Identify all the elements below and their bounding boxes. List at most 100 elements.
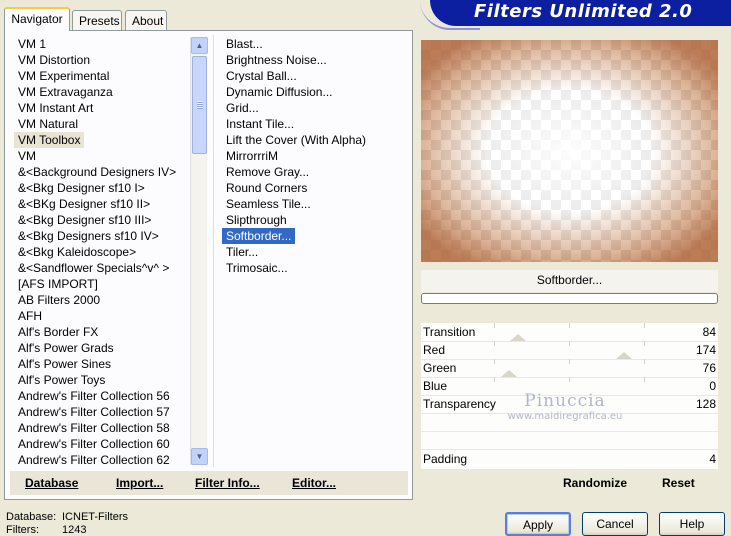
filter-item[interactable]: Tiler... [222, 244, 408, 260]
scroll-down-button[interactable]: ▼ [191, 448, 208, 465]
filter-item[interactable]: Slipthrough [222, 212, 408, 228]
param-value: 76 [702, 361, 716, 375]
param-value: 84 [702, 325, 716, 339]
filter-item[interactable]: Trimosaic... [222, 260, 408, 276]
apply-button[interactable]: Apply [505, 512, 571, 536]
category-item[interactable]: &<BKg Designer sf10 II> [14, 196, 190, 212]
watermark: Pinuccia www.maidiregrafica.eu [500, 391, 630, 422]
filter-item-label: MirrorrriM [226, 149, 278, 163]
category-item-label: VM Distortion [18, 53, 91, 67]
category-item[interactable]: VM [14, 148, 190, 164]
category-item-label: &<BKg Designer sf10 II> [18, 197, 151, 211]
category-item[interactable]: &<Sandflower Specials^v^ > [14, 260, 190, 276]
database-button[interactable]: Database [25, 476, 78, 490]
filter-item-label: Remove Gray... [226, 165, 310, 179]
help-button[interactable]: Help [659, 512, 725, 536]
filter-item[interactable]: Dynamic Diffusion... [222, 84, 408, 100]
category-item[interactable]: Alf's Power Grads [14, 340, 190, 356]
category-item[interactable]: VM Distortion [14, 52, 190, 68]
category-item[interactable]: VM Experimental [14, 68, 190, 84]
category-item[interactable]: Andrew's Filter Collection 62 [14, 452, 190, 468]
tab-about[interactable]: About [125, 10, 167, 30]
slider-red[interactable] [494, 341, 694, 359]
slider-tick [644, 341, 645, 346]
category-item[interactable]: &<Background Designers IV> [14, 164, 190, 180]
tab-presets[interactable]: Presets [72, 10, 122, 30]
param-row-red[interactable]: Red 174 [421, 341, 718, 359]
scroll-up-button[interactable]: ▲ [191, 37, 208, 54]
import-button[interactable]: Import... [116, 476, 163, 490]
category-item[interactable]: VM Extravaganza [14, 84, 190, 100]
category-item[interactable]: Andrew's Filter Collection 56 [14, 388, 190, 404]
status-database-value: ICNET-Filters [62, 511, 128, 523]
filter-info-button[interactable]: Filter Info... [195, 476, 260, 490]
slider-thumb-icon[interactable] [616, 352, 632, 359]
category-item[interactable]: VM 1 [14, 36, 190, 52]
category-item[interactable]: AB Filters 2000 [14, 292, 190, 308]
category-item[interactable]: Alf's Border FX [14, 324, 190, 340]
slider-tick [644, 323, 645, 328]
category-item[interactable]: VM Natural [14, 116, 190, 132]
filter-item-label: Softborder... [222, 228, 296, 244]
param-value: 0 [709, 379, 716, 393]
filter-item-label: Blast... [226, 37, 263, 51]
category-item[interactable]: &<Bkg Designers sf10 IV> [14, 228, 190, 244]
filter-item[interactable]: Seamless Tile... [222, 196, 408, 212]
category-item[interactable]: VM Instant Art [14, 100, 190, 116]
editor-button[interactable]: Editor... [292, 476, 336, 490]
filter-item-label: Brightness Noise... [226, 53, 327, 67]
randomize-button[interactable]: Randomize [563, 476, 627, 490]
category-item-label: Alf's Power Sines [18, 357, 111, 371]
tab-navigator-label: Navigator [11, 12, 63, 26]
param-row-padding[interactable]: Padding 4 [421, 450, 718, 468]
status-database-key: Database: [6, 511, 57, 523]
category-item-label: Andrew's Filter Collection 60 [18, 437, 170, 451]
filter-item[interactable]: Lift the Cover (With Alpha) [222, 132, 408, 148]
category-item[interactable]: [AFS IMPORT] [14, 276, 190, 292]
filter-item[interactable]: Blast... [222, 36, 408, 52]
filter-item[interactable]: Crystal Ball... [222, 68, 408, 84]
param-row-transition[interactable]: Transition 84 [421, 323, 718, 341]
filter-item[interactable]: Remove Gray... [222, 164, 408, 180]
slider-transition[interactable] [494, 323, 694, 341]
filter-item[interactable]: MirrorrriM [222, 148, 408, 164]
category-item-label: Alf's Power Toys [18, 373, 106, 387]
category-item[interactable]: Andrew's Filter Collection 58 [14, 420, 190, 436]
tab-navigator[interactable]: Navigator [4, 7, 70, 31]
filter-item-label: Instant Tile... [226, 117, 295, 131]
slider-thumb-icon[interactable] [501, 370, 517, 377]
filter-item-label: Grid... [226, 101, 259, 115]
category-item[interactable]: &<Bkg Kaleidoscope> [14, 244, 190, 260]
category-item[interactable]: Andrew's Filter Collection 60 [14, 436, 190, 452]
watermark-name: Pinuccia [524, 391, 606, 411]
category-item[interactable]: &<Bkg Designer sf10 III> [14, 212, 190, 228]
filter-item[interactable]: Instant Tile... [222, 116, 408, 132]
param-label: Padding [423, 452, 468, 466]
slider-green[interactable] [494, 359, 694, 377]
category-scrollbar[interactable]: ▲ ▼ [190, 37, 208, 465]
list-divider [213, 35, 214, 467]
category-item[interactable]: Alf's Power Toys [14, 372, 190, 388]
filter-item[interactable]: Grid... [222, 100, 408, 116]
param-label: Transparency [423, 397, 496, 411]
slider-tick [644, 359, 645, 364]
category-item[interactable]: VM Toolbox [14, 132, 190, 148]
preview-image [421, 40, 718, 262]
filter-item[interactable]: Softborder... [222, 228, 408, 244]
slider-thumb-icon[interactable] [510, 334, 526, 341]
category-item-label: Alf's Border FX [18, 325, 99, 339]
filter-item-label: Trimosaic... [226, 261, 288, 275]
category-item[interactable]: AFH [14, 308, 190, 324]
scroll-thumb[interactable] [192, 56, 207, 154]
category-item[interactable]: &<Bkg Designer sf10 I> [14, 180, 190, 196]
filter-item[interactable]: Round Corners [222, 180, 408, 196]
category-list[interactable]: VM 1 VM Distortion VM Experimental VM Extra… [14, 36, 190, 468]
reset-button[interactable]: Reset [662, 476, 695, 490]
category-item[interactable]: Alf's Power Sines [14, 356, 190, 372]
filter-list[interactable]: Blast... Brightness Noise... Crystal Ball.… [222, 36, 408, 276]
cancel-button[interactable]: Cancel [582, 512, 648, 536]
param-row-green[interactable]: Green 76 [421, 359, 718, 377]
slider-tick [644, 377, 645, 382]
filter-item[interactable]: Brightness Noise... [222, 52, 408, 68]
category-item[interactable]: Andrew's Filter Collection 57 [14, 404, 190, 420]
